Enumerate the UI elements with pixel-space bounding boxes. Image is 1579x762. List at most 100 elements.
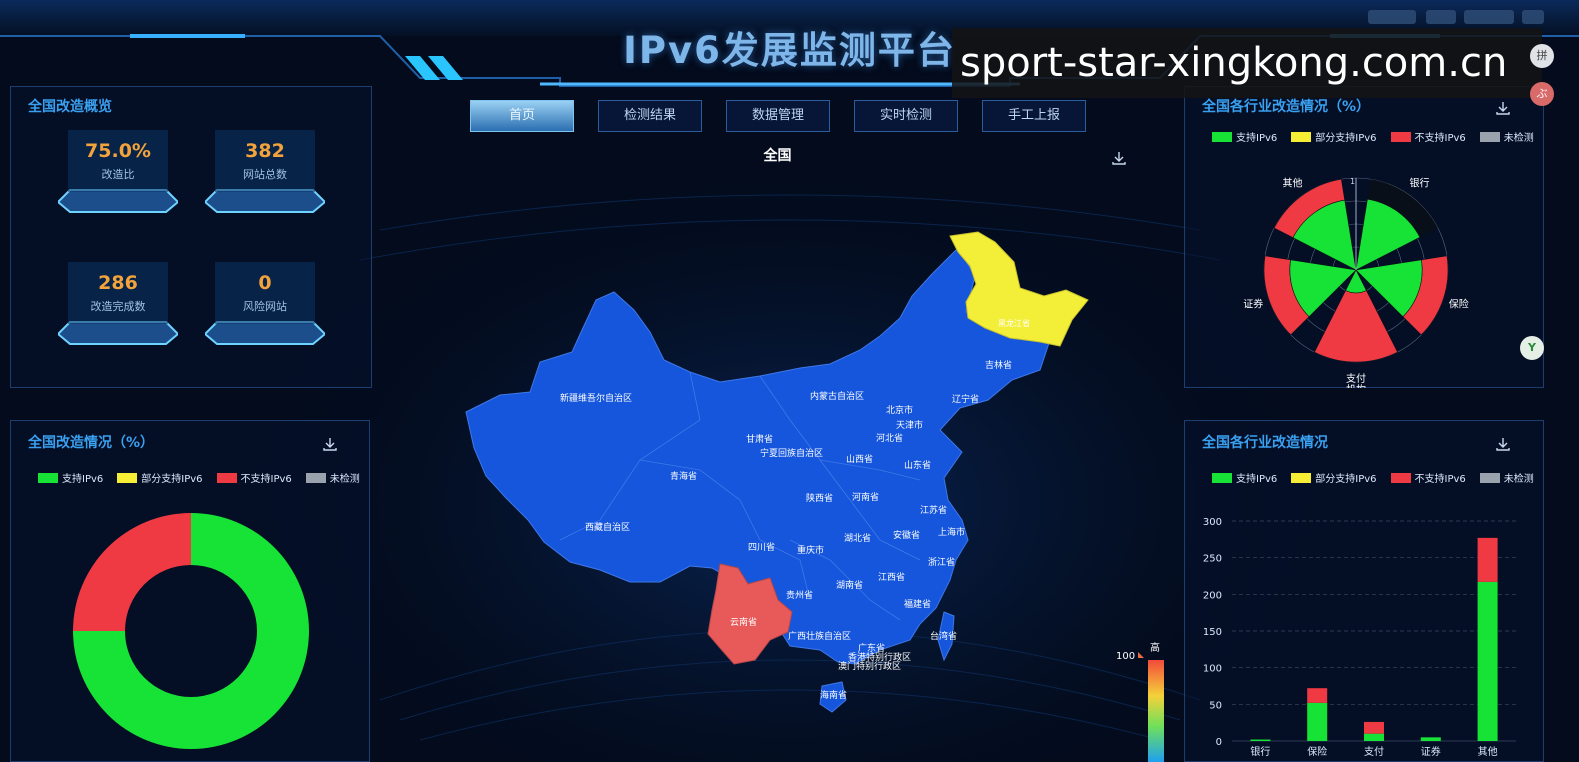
legend-item[interactable]: 不支持IPv6 [216,470,292,485]
legend-item[interactable]: 支持IPv6 [1212,129,1277,144]
legend-label: 未检测 [329,474,360,485]
legend-label: 未检测 [1503,133,1534,144]
kpi-card: 286 改造完成数 [58,256,178,356]
bar-x-tick: 保险 [1307,745,1327,758]
polar-category-label: 保险 [1449,297,1469,310]
bar-y-tick: 150 [1203,627,1222,638]
bar-y-tick: 0 [1216,737,1222,748]
bar-segment[interactable] [1364,733,1384,741]
kpi-value: 382 [245,140,285,162]
legend-swatch [38,472,58,483]
legend-item[interactable]: 部分支持IPv6 [1291,470,1377,485]
legend-item[interactable]: 支持IPv6 [1212,470,1277,485]
china-map: 新疆维吾尔自治区 西藏自治区 青海省 甘肃省 宁夏回族自治区 内蒙古自治区 黑龙… [465,231,1089,713]
side-assistant-button[interactable]: Y [1520,336,1544,360]
map-label: 湖北省 [844,532,871,544]
download-icon[interactable] [1111,150,1127,166]
map-label: 吉林省 [985,359,1012,371]
legend-swatch [1291,131,1312,142]
legend-swatch [1479,131,1500,142]
polar-radial-tick: 1 [1350,177,1355,186]
visual-map-handle[interactable] [1138,652,1144,658]
overview-title: 全国改造概览 [28,99,112,115]
nav-manual-report-button[interactable]: 手工上报 [982,100,1086,132]
bar-x-tick: 银行 [1250,745,1270,758]
map-label: 宁夏回族自治区 [760,447,823,459]
bar-x-tick: 支付 [1364,745,1384,758]
map-label: 上海市 [938,526,965,538]
map-label: 云南省 [730,616,757,628]
map-label: 四川省 [748,541,775,553]
bar-y-tick: 250 [1203,554,1222,565]
bar-x-tick: 其他 [1478,745,1498,758]
download-icon[interactable] [1495,436,1511,452]
legend-item[interactable]: 支持IPv6 [38,470,103,485]
bar-x-tick: 证券 [1421,745,1441,758]
bar-segment[interactable] [1477,581,1498,741]
legend-label: 支持IPv6 [1236,133,1278,144]
visual-map-bar[interactable] [1148,660,1164,762]
side-tool-button[interactable]: ぶ [1530,82,1554,106]
legend-item[interactable]: 未检测 [305,470,360,485]
nav-data-management-button[interactable]: 数据管理 [726,100,830,132]
industry-panel-title: 全国各行业改造情况（%） [1202,99,1371,115]
kpi-card: 382 网站总数 [205,124,325,224]
legend-label: 不支持IPv6 [1414,474,1466,485]
map-label: 天津市 [896,419,923,431]
kpi-value: 75.0% [85,140,151,162]
bar-segment[interactable] [1420,737,1441,741]
legend-label: 支持IPv6 [1236,474,1278,485]
kpi-label: 改造完成数 [90,300,146,313]
map-label: 辽宁省 [952,393,979,405]
bar-segment[interactable] [1307,702,1328,741]
map-title: 全国 [763,148,792,164]
bar-y-tick: 100 [1203,664,1222,675]
download-icon[interactable] [1495,100,1511,116]
legend-label: 未检测 [1503,474,1534,485]
map-label: 西藏自治区 [585,521,630,533]
map-label: 江西省 [878,571,905,583]
kpi-value: 286 [98,272,138,294]
legend-item[interactable]: 不支持IPv6 [1390,470,1466,485]
map-label: 澳门特别行政区 [838,660,901,672]
nav-realtime-button[interactable]: 实时检测 [854,100,958,132]
polar-category-label: 支付机构 [1346,372,1366,388]
map-label: 陕西省 [806,492,833,504]
map-label: 北京市 [886,404,913,416]
side-tool-button[interactable]: 拼 [1530,44,1554,68]
legend-item[interactable]: 部分支持IPv6 [117,470,203,485]
map-label: 福建省 [904,598,931,610]
polar-category-label: 银行 [1409,177,1429,190]
donut-slice[interactable] [73,513,191,631]
legend-swatch [1390,131,1411,142]
map-label: 甘肃省 [746,433,773,445]
legend-label: 不支持IPv6 [1414,133,1466,144]
legend-item[interactable]: 部分支持IPv6 [1291,129,1377,144]
legend-item[interactable]: 不支持IPv6 [1390,129,1466,144]
download-icon[interactable] [322,436,338,452]
bar-segment[interactable] [1307,688,1328,703]
bar-y-tick: 300 [1203,517,1222,528]
industry-bar-chart: 0 50 100 150 200 250 300 银行 保险 支付 证券 其他 [1203,517,1516,758]
map-label: 河北省 [876,432,903,444]
bar-segment[interactable] [1250,739,1271,741]
industry-legend: 支持IPv6 部分支持IPv6 不支持IPv6 未检测 [1212,129,1534,144]
map-label: 广西壮族自治区 [788,630,851,642]
bar-segment[interactable] [1364,721,1384,734]
legend-item[interactable]: 未检测 [1479,470,1534,485]
polar-category-label: 其他 [1283,177,1303,190]
kpi-card: 0 风险网站 [205,256,325,356]
industry-bar-panel-title: 全国各行业改造情况 [1202,435,1328,451]
polar-bar-segment[interactable] [1314,290,1398,363]
map-label: 安徽省 [893,529,920,541]
map-label: 湖南省 [836,579,863,591]
polar-category-label: 证券 [1243,297,1263,310]
watermark-text: sport-star-xingkong.com.cn [952,28,1542,98]
legend-item[interactable]: 未检测 [1479,129,1534,144]
nav-results-button[interactable]: 检测结果 [598,100,702,132]
donut-chart [73,513,309,749]
nav-home-button[interactable]: 首页 [470,100,574,132]
bar-segment[interactable] [1477,537,1498,582]
legend-swatch [1479,472,1500,483]
legend-swatch [1212,131,1232,142]
